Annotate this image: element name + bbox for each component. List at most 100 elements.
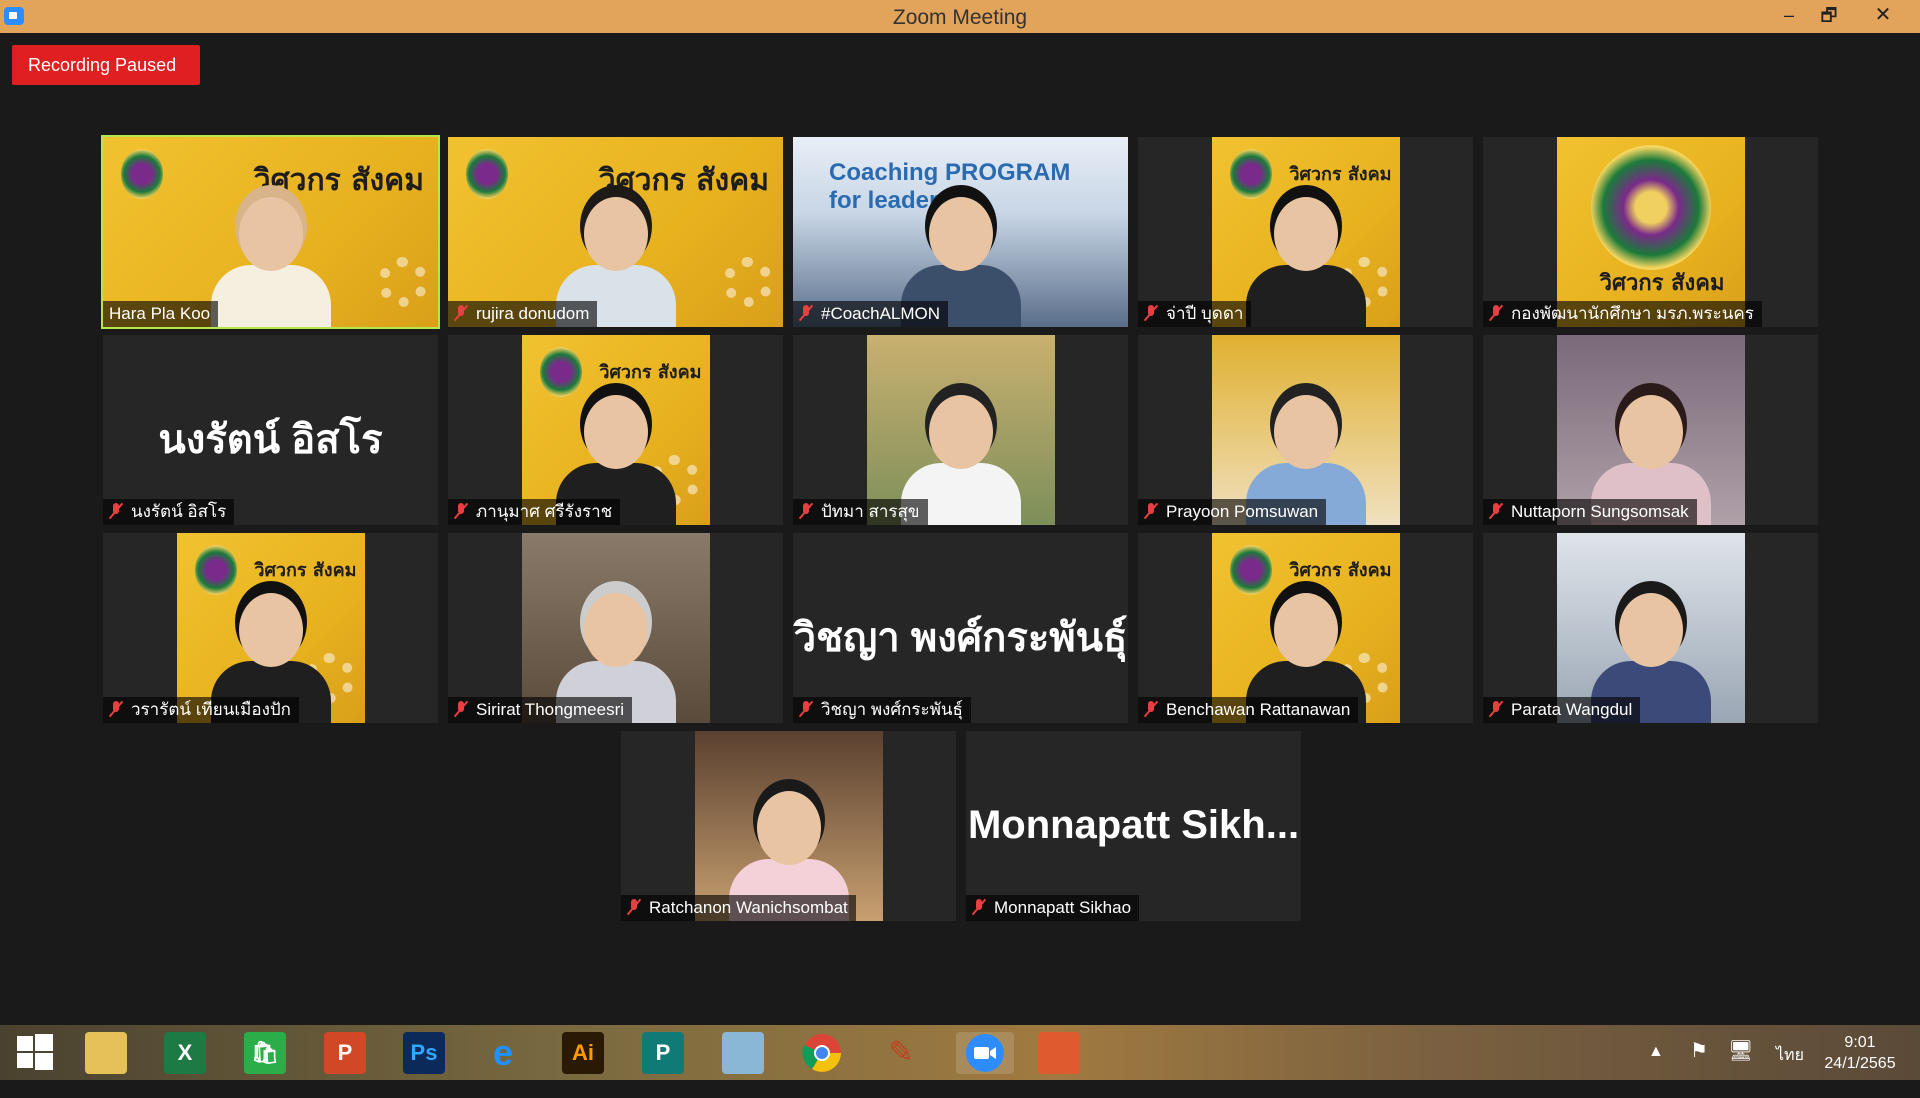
participant-video [1556, 533, 1745, 723]
mic-muted-icon [799, 305, 813, 321]
participant-tile[interactable]: Sirirat Thongmeesri [448, 533, 783, 723]
maximize-button[interactable]: 🗗 [1806, 0, 1852, 33]
participant-video [1211, 335, 1400, 525]
publisher-icon[interactable]: P [642, 1032, 684, 1074]
participant-display-name: วิชญา พงศ์กระพันธุ์ [793, 616, 1128, 660]
title-bar: Zoom Meeting – 🗗 ✕ [0, 0, 1920, 33]
participant-name-label: ปัทมา สารสุข [793, 499, 928, 525]
poster-title: วิศวกร สังคม [599, 362, 702, 383]
mic-muted-icon [1144, 701, 1158, 717]
participant-tile[interactable]: Coaching PROGRAM for leader #CoachALMON [793, 137, 1128, 327]
participant-tile[interactable]: วิชญา พงศ์กระพันธุ์ วิชญา พงศ์กระพันธุ์ [793, 533, 1128, 723]
participant-tile[interactable]: วิศวกร สังคม กองพัฒนานักศึกษา มรภ.พระนคร [1483, 137, 1818, 327]
powerpoint-icon[interactable]: P [324, 1032, 366, 1074]
participant-video: วิศวกร สังคม [1211, 137, 1400, 327]
participant-name: วรารัตน์ เทียนเมืองปัก [131, 700, 291, 719]
illustrator-icon[interactable]: Ai [562, 1032, 604, 1074]
clock[interactable]: 9:01 24/1/2565 [1810, 1032, 1910, 1074]
mic-muted-icon [454, 701, 468, 717]
recording-status-button[interactable]: Recording Paused [12, 45, 200, 85]
participant-name-label: Nuttaporn Sungsomsak [1483, 499, 1697, 525]
participant-tile[interactable]: Monnapatt Sikh... Monnapatt Sikhao [966, 731, 1301, 921]
participant-tile[interactable]: วิศวกร สังคม rujira donudom [448, 137, 783, 327]
clock-date: 24/1/2565 [1824, 1055, 1896, 1072]
clock-time: 9:01 [1844, 1034, 1876, 1051]
participant-video: วิศวกร สังคม [448, 137, 783, 327]
participant-name-label: จ่าปี บุดดา [1138, 301, 1252, 327]
mic-muted-icon [109, 503, 123, 519]
participant-video: วิศวกร สังคม [176, 533, 365, 723]
participant-name: ปัทมา สารสุข [821, 502, 920, 521]
participant-name: Nuttaporn Sungsomsak [1511, 502, 1689, 521]
action-center-flag-icon[interactable]: ⚑ [1690, 1038, 1708, 1093]
participant-name-label: Benchawan Rattanawan [1138, 697, 1359, 723]
mic-muted-icon [627, 899, 641, 915]
close-button[interactable]: ✕ [1860, 0, 1906, 33]
participant-name: Benchawan Rattanawan [1166, 700, 1351, 719]
participant-name: Sirirat Thongmeesri [476, 700, 625, 719]
participant-name: นงรัตน์ อิสโร [131, 502, 227, 521]
university-logo [1229, 149, 1272, 199]
participant-tile[interactable]: วิศวกร สังคมวรารัตน์ เทียนเมืองปัก [103, 533, 438, 723]
university-logo [539, 347, 582, 397]
participant-name: จ่าปี บุดดา [1166, 304, 1244, 323]
participant-name-label: กองพัฒนานักศึกษา มรภ.พระนคร [1483, 301, 1762, 327]
chrome-icon[interactable] [801, 1032, 843, 1074]
mic-muted-icon [1489, 503, 1503, 519]
participant-name: #CoachALMON [821, 304, 941, 323]
excel-icon[interactable]: X [164, 1032, 206, 1074]
participant-video: วิศวกร สังคม [1556, 137, 1745, 327]
participant-tile[interactable]: วิศวกร สังคม Hara Pla Koo [101, 135, 440, 329]
gear-icon [723, 257, 773, 307]
university-logo [1229, 545, 1272, 595]
participant-person [210, 197, 331, 327]
windows-taskbar: X 🛍 P Ps e Ai P ✎ ▲ ⚑ 🖥 ไทย 9:01 24/1/25… [0, 1025, 1920, 1080]
participant-tile[interactable]: Nuttaporn Sungsomsak [1483, 335, 1818, 525]
zoom-icon[interactable] [956, 1032, 1014, 1074]
university-logo [194, 545, 237, 595]
poster-title: วิศวกร สังคม [1289, 560, 1392, 581]
photoshop-icon[interactable]: Ps [403, 1032, 445, 1074]
file-explorer-icon[interactable] [85, 1032, 127, 1074]
participant-video [1556, 335, 1745, 525]
participant-name: ภานุมาศ ศรีรังราช [476, 502, 613, 521]
start-icon[interactable] [14, 1032, 56, 1074]
participant-person [1245, 197, 1366, 327]
mic-muted-icon [454, 503, 468, 519]
participant-tile[interactable]: Ratchanon Wanichsombat [621, 731, 956, 921]
participant-video: วิศวกร สังคม [521, 335, 710, 525]
participant-tile[interactable]: วิศวกร สังคม Benchawan Rattanawan [1138, 533, 1473, 723]
paint-icon[interactable]: ✎ [880, 1032, 922, 1074]
network-icon[interactable]: 🖥 [1728, 1038, 1753, 1093]
participant-tile[interactable]: ปัทมา สารสุข [793, 335, 1128, 525]
participant-name-label: นงรัตน์ อิสโร [103, 499, 235, 525]
mic-muted-icon [799, 701, 813, 717]
mic-muted-icon [1489, 701, 1503, 717]
internet-explorer-icon[interactable]: e [482, 1032, 524, 1074]
participant-name-label: Sirirat Thongmeesri [448, 697, 633, 723]
participant-name: rujira donudom [476, 304, 590, 323]
participant-display-name: Monnapatt Sikh... [967, 803, 1300, 847]
ppt-viewer-icon[interactable] [1038, 1032, 1080, 1074]
participant-tile[interactable]: Prayoon Pomsuwan [1138, 335, 1473, 525]
participant-name-label: Monnapatt Sikhao [966, 895, 1140, 921]
window-title: Zoom Meeting [892, 6, 1028, 29]
participant-tile[interactable]: วิศวกร สังคมภานุมาศ ศรีรังราช [448, 335, 783, 525]
participant-name: กองพัฒนานักศึกษา มรภ.พระนคร [1511, 304, 1754, 323]
participant-name-label: Prayoon Pomsuwan [1138, 499, 1327, 525]
gear-icon [378, 257, 428, 307]
store-icon[interactable]: 🛍 [244, 1032, 286, 1074]
university-logo [466, 149, 508, 199]
participant-video: วิศวกร สังคม [103, 137, 438, 327]
mic-muted-icon [1144, 305, 1158, 321]
language-indicator[interactable]: ไทย [1776, 1043, 1804, 1098]
participant-name: Monnapatt Sikhao [994, 898, 1132, 917]
participant-tile[interactable]: วิศวกร สังคม จ่าปี บุดดา [1138, 137, 1473, 327]
participant-video: Coaching PROGRAM for leader [793, 137, 1128, 327]
poster-title: วิศวกร สังคม [254, 560, 357, 581]
participant-name-label: rujira donudom [448, 301, 598, 327]
participant-tile[interactable]: Parata Wangdul [1483, 533, 1818, 723]
notepad-icon[interactable] [722, 1032, 764, 1074]
show-hidden-icons-icon[interactable]: ▲ [1648, 1043, 1664, 1098]
participant-tile[interactable]: นงรัตน์ อิสโร นงรัตน์ อิสโร [103, 335, 438, 525]
